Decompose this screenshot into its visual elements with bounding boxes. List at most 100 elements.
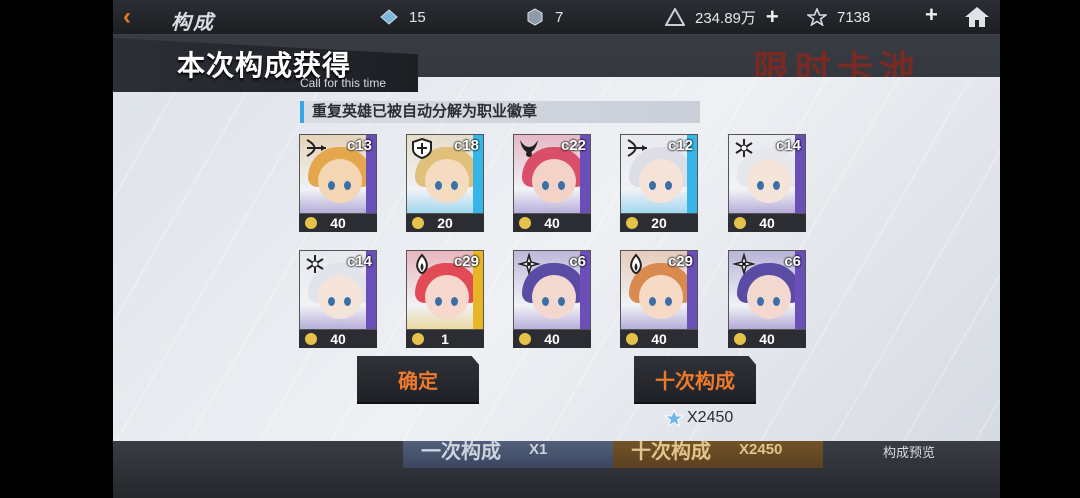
single-summon-cost: X1 [529,440,548,458]
badge-bar: 1 [406,330,484,348]
hero-portrait: c14 [728,134,806,214]
hero-copy-count: c14 [346,253,372,270]
hero-face [318,275,362,319]
hero-card[interactable]: c29 1 [406,250,484,348]
badge-count: 40 [330,331,346,347]
badge-icon [412,333,424,345]
hero-face [532,275,576,319]
hero-eye [665,297,672,306]
hero-eye [757,181,764,190]
star-icon [807,8,827,26]
hero-face [747,275,791,319]
resource-gold-value: 234.89万 [695,9,756,27]
hero-eye [649,297,656,306]
hero-face [747,159,791,203]
hero-eye [451,181,458,190]
hero-eye [542,181,549,190]
hero-eye [435,181,442,190]
hero-eye [435,297,442,306]
hero-portrait: c14 [299,250,377,330]
hero-card[interactable]: c18 20 [406,134,484,232]
hero-face [318,159,362,203]
badge-bar: 40 [299,214,377,232]
resource-crystal: 15 [379,7,426,27]
hero-copy-count: c29 [667,253,693,270]
hero-face [639,159,683,203]
star-icon [664,409,684,427]
ten-summon-button[interactable]: 十次构成 [634,356,756,404]
hero-face [532,159,576,203]
hero-card[interactable]: c29 40 [620,250,698,348]
snowflake-icon [306,255,324,273]
badge-count: 40 [330,215,346,231]
hero-copy-count: c6 [569,253,586,270]
gold-icon [665,8,685,26]
snowflake-icon [735,139,753,157]
token-icon [527,8,543,26]
hero-copy-count: c18 [453,137,479,154]
hero-eye [328,181,335,190]
hero-copy-count: c29 [453,253,479,270]
bow-icon [627,139,647,157]
hero-eye [328,297,335,306]
ten-summon-cost: X2450 [664,409,733,427]
badge-icon [519,333,531,345]
preview-label[interactable]: 构成预览 [883,442,935,461]
hero-portrait: c29 [620,250,698,330]
hero-eye [344,181,351,190]
resource-token: 7 [525,7,563,27]
hero-face [639,275,683,319]
add-gold-button[interactable]: + [766,6,779,28]
shuriken-icon [732,253,756,275]
hero-eye [344,297,351,306]
hero-portrait: c29 [406,250,484,330]
shield-icon [412,137,432,159]
hero-card[interactable]: c6 40 [513,250,591,348]
ten-summon-bg-cost: X2450 [739,440,783,458]
hero-copy-count: c12 [667,137,693,154]
resource-star-value: 7138 [837,8,871,26]
badge-count: 40 [759,331,775,347]
hero-card[interactable]: c14 40 [299,250,377,348]
hero-card[interactable]: c6 40 [728,250,806,348]
crystal-icon [380,9,398,25]
hero-card[interactable]: c13 40 [299,134,377,232]
game-screen: ‹ 构成 15 7 234.89万 + 7138 + 限时卡池 一次构成 X1 … [113,0,1000,498]
home-icon[interactable] [964,5,990,29]
badge-bar: 40 [620,330,698,348]
badge-count: 1 [441,331,449,347]
resource-crystal-value: 15 [409,8,426,26]
hero-eye [451,297,458,306]
badge-count: 20 [437,215,453,231]
badge-count: 40 [759,215,775,231]
hero-eye [558,297,565,306]
hero-eye [542,297,549,306]
hero-card[interactable]: c14 40 [728,134,806,232]
badge-count: 40 [544,215,560,231]
modal-subtitle: Call for this time [300,76,387,90]
badge-icon [519,217,531,229]
horns-icon [520,140,538,157]
hero-eye [665,181,672,190]
badge-bar: 40 [513,330,591,348]
hero-eye [773,297,780,306]
hero-portrait: c18 [406,134,484,214]
hero-copy-count: c6 [784,253,801,270]
badge-icon [626,217,638,229]
confirm-button[interactable]: 确定 [357,356,479,404]
back-arrow-icon[interactable]: ‹ [123,5,145,29]
top-bar: ‹ 构成 15 7 234.89万 + 7138 + [113,0,1000,35]
badge-icon [626,333,638,345]
hero-card[interactable]: c22 40 [513,134,591,232]
badge-bar: 40 [728,214,806,232]
hero-card[interactable]: c12 20 [620,134,698,232]
hero-portrait: c12 [620,134,698,214]
bow-icon [306,139,326,157]
badge-bar: 20 [406,214,484,232]
hero-eye [757,297,764,306]
hero-portrait: c13 [299,134,377,214]
add-star-button[interactable]: + [925,4,938,26]
hero-portrait: c6 [728,250,806,330]
flame-icon [630,253,642,275]
hero-eye [558,181,565,190]
